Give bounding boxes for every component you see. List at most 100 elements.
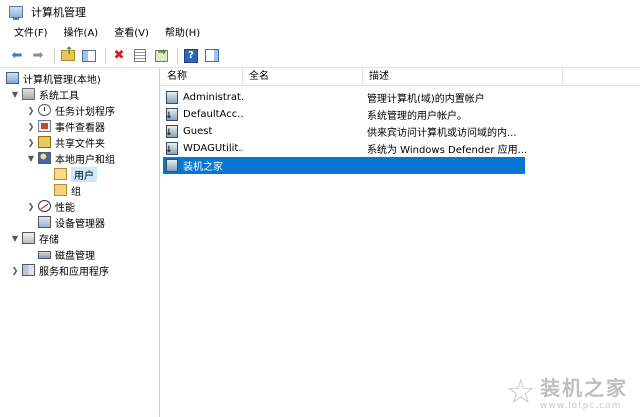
chevron-right-icon[interactable]: ❯ <box>26 202 36 211</box>
user-description: 供来宾访问计算机或访问域的内... <box>367 128 517 139</box>
tree-node-label: 用户 <box>71 166 97 182</box>
disabled-user-icon <box>165 108 178 121</box>
toolbar-separator <box>177 47 178 64</box>
user-name: DefaultAcc... <box>183 109 243 120</box>
folder-icon <box>54 168 67 180</box>
menu-file[interactable]: 文件(F) <box>6 24 56 44</box>
chevron-right-icon[interactable]: ❯ <box>26 138 36 147</box>
up-one-level-button[interactable] <box>59 47 77 65</box>
services-icon <box>22 264 35 276</box>
list-item-zhuangjizhijia[interactable]: 装机之家 <box>163 157 525 174</box>
shared-folder-icon <box>38 136 51 148</box>
tree-node-label: 事件查看器 <box>55 122 105 134</box>
tree-node-label: 本地用户和组 <box>55 154 115 166</box>
show-action-pane-button[interactable] <box>203 47 221 65</box>
tree-node-label: 存储 <box>39 234 59 246</box>
disabled-user-icon <box>165 125 178 138</box>
tree-node-label: 磁盘管理 <box>55 250 95 262</box>
tree-node-root[interactable]: 计算机管理(本地) <box>6 70 101 86</box>
menu-help[interactable]: 帮助(H) <box>157 24 208 44</box>
tree-node-groups[interactable]: 组 <box>54 182 81 198</box>
storage-icon <box>22 232 35 244</box>
folder-up-icon <box>61 47 75 61</box>
disabled-user-icon <box>165 142 178 155</box>
user-name: Guest <box>183 126 213 137</box>
user-description: 管理计算机(域)的内置帐户 <box>367 94 485 105</box>
properties-icon <box>134 49 146 62</box>
computer-management-window: 计算机管理 文件(F) 操作(A) 查看(V) 帮助(H) ? 计算机管理(本地… <box>0 0 640 417</box>
tree-node-device-manager[interactable]: 设备管理器 <box>38 214 105 230</box>
user-name: WDAGUtilit... <box>183 143 243 154</box>
help-icon: ? <box>184 48 198 63</box>
chevron-right-icon[interactable]: ❯ <box>26 122 36 131</box>
column-header-description[interactable]: 描述 <box>363 68 563 86</box>
watermark-text: 装机之家 www.lotpc.com <box>540 372 628 411</box>
tree-node-label: 共享文件夹 <box>55 138 105 150</box>
users-list-view: 名称 全名 描述 Administrat... 管理计算机(域)的内置帐户 De… <box>161 68 640 417</box>
column-header-name[interactable]: 名称 <box>161 68 243 86</box>
chevron-right-icon[interactable]: ❯ <box>10 266 20 275</box>
action-pane-icon <box>205 49 219 62</box>
tree-node-label: 服务和应用程序 <box>39 266 109 278</box>
tree-node-label: 系统工具 <box>39 90 79 102</box>
tree-node-disk-management[interactable]: 磁盘管理 <box>38 246 95 262</box>
disk-icon <box>38 251 51 259</box>
user-icon <box>166 159 178 172</box>
tree-node-label: 性能 <box>55 202 75 214</box>
back-button[interactable] <box>8 47 26 65</box>
delete-icon <box>114 49 125 62</box>
tree-node-users[interactable]: 用户 <box>54 166 97 182</box>
users-group-icon <box>38 152 51 164</box>
show-hide-tree-button[interactable] <box>80 47 98 65</box>
user-description: 系统为 Windows Defender 应用... <box>367 145 527 156</box>
computer-management-icon <box>9 6 23 20</box>
tree-node-local-users-groups[interactable]: ▼ 本地用户和组 <box>26 150 115 166</box>
computer-icon <box>6 72 19 84</box>
tree-node-label: 任务计划程序 <box>55 106 115 118</box>
tree-node-label: 计算机管理(本地) <box>23 74 101 86</box>
chevron-down-icon[interactable]: ▼ <box>26 154 36 163</box>
tree-node-label: 组 <box>71 186 81 198</box>
tree-node-system-tools[interactable]: ▼ 系统工具 <box>10 86 79 102</box>
chevron-right-icon[interactable]: ❯ <box>26 106 36 115</box>
tree-node-event-viewer[interactable]: ❯ 事件查看器 <box>26 118 105 134</box>
navigation-tree: 计算机管理(本地) ▼ 系统工具 ❯ 任务计划程序 ❯ 事件查看器 ❯ 共享文件… <box>0 68 160 417</box>
list-header: 名称 全名 描述 <box>161 68 640 86</box>
tree-node-services-apps[interactable]: ❯ 服务和应用程序 <box>10 262 109 278</box>
list-item-guest[interactable]: Guest 供来宾访问计算机或访问域的内... <box>163 123 525 140</box>
tree-node-storage[interactable]: ▼ 存储 <box>10 230 59 246</box>
export-list-button[interactable] <box>152 47 170 65</box>
tree-node-task-scheduler[interactable]: ❯ 任务计划程序 <box>26 102 115 118</box>
menu-action[interactable]: 操作(A) <box>56 24 107 44</box>
list-item-administrator[interactable]: Administrat... 管理计算机(域)的内置帐户 <box>163 89 525 106</box>
device-manager-icon <box>38 216 51 228</box>
watermark: ☆ 装机之家 www.lotpc.com <box>505 371 628 412</box>
watermark-url: www.lotpc.com <box>540 401 622 411</box>
tools-icon <box>22 88 35 100</box>
tree-node-label: 设备管理器 <box>55 218 105 230</box>
tree-node-shared-folders[interactable]: ❯ 共享文件夹 <box>26 134 105 150</box>
event-viewer-icon <box>38 120 51 132</box>
help-button[interactable]: ? <box>182 47 200 65</box>
watermark-name: 装机之家 <box>540 376 628 400</box>
properties-button[interactable] <box>131 47 149 65</box>
forward-button[interactable] <box>29 47 47 65</box>
menu-view[interactable]: 查看(V) <box>106 24 157 44</box>
arrow-right-icon <box>33 49 44 62</box>
user-name: Administrat... <box>183 92 243 103</box>
toolbar-separator <box>54 47 55 64</box>
user-icon <box>166 91 178 104</box>
list-item-defaultaccount[interactable]: DefaultAcc... 系统管理的用户帐户。 <box>163 106 525 123</box>
show-tree-icon <box>82 49 96 62</box>
chevron-down-icon[interactable]: ▼ <box>10 90 20 99</box>
arrow-left-icon <box>12 49 23 62</box>
chevron-down-icon[interactable]: ▼ <box>10 234 20 243</box>
tree-node-performance[interactable]: ❯ 性能 <box>26 198 75 214</box>
list-item-wdagutility[interactable]: WDAGUtilit... 系统为 Windows Defender 应用... <box>163 140 527 157</box>
toolbar-separator <box>105 47 106 64</box>
star-logo-icon: ☆ <box>505 371 536 412</box>
delete-button[interactable] <box>110 47 128 65</box>
window-title: 计算机管理 <box>31 6 86 19</box>
toolbar: ? <box>0 44 640 68</box>
column-header-fullname[interactable]: 全名 <box>243 68 363 86</box>
